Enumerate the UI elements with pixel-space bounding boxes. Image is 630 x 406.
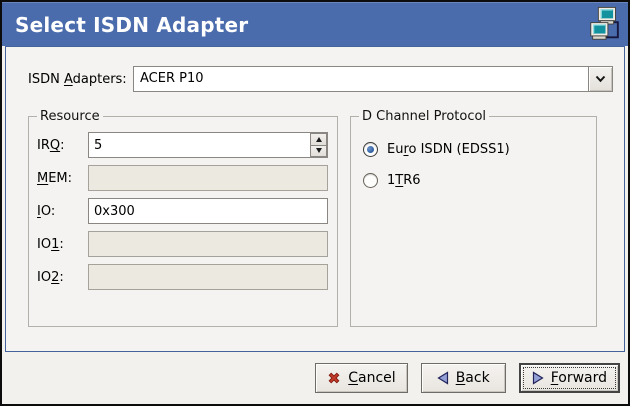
back-button-label: Back: [456, 370, 490, 386]
forward-button-label: Forward: [551, 370, 607, 386]
resource-group-title: Resource: [37, 109, 103, 124]
radio-button-icon: [363, 142, 378, 157]
io2-label: IO2:: [37, 270, 82, 285]
io-input[interactable]: [88, 198, 328, 224]
cancel-button[interactable]: Cancel: [315, 363, 407, 393]
isdn-adapters-row: ISDN Adapters: ACER P10: [28, 66, 613, 92]
dialog-content-panel: ISDN Adapters: ACER P10 Resource IRQ:: [5, 46, 625, 352]
d-channel-protocol-group: D Channel Protocol Euro ISDN (EDSS1) 1TR…: [350, 109, 597, 327]
radio-euro-isdn-label: Euro ISDN (EDSS1): [387, 142, 510, 157]
isdn-adapters-label: ISDN Adapters:: [28, 72, 125, 87]
mem-label: MEM:: [37, 171, 82, 186]
triangle-down-icon: [316, 148, 322, 153]
irq-label: IRQ:: [37, 138, 82, 153]
isdn-adapter-combobox-value[interactable]: ACER P10: [134, 67, 588, 91]
arrow-right-icon: [532, 371, 544, 385]
network-computers-icon: [589, 6, 622, 44]
d-channel-protocol-title: D Channel Protocol: [359, 109, 489, 124]
io-label: IO:: [37, 204, 82, 219]
spin-down-button[interactable]: [310, 145, 327, 158]
mem-input: [88, 165, 328, 191]
isdn-adapter-combobox[interactable]: ACER P10: [133, 66, 613, 92]
dialog-title: Select ISDN Adapter: [15, 13, 589, 37]
back-button[interactable]: Back: [421, 363, 506, 393]
combobox-dropdown-button[interactable]: [588, 67, 612, 91]
irq-spinner: [88, 132, 328, 158]
radio-1tr6[interactable]: 1TR6: [363, 170, 587, 190]
radio-euro-isdn[interactable]: Euro ISDN (EDSS1): [363, 139, 587, 159]
select-isdn-adapter-dialog: Select ISDN Adapter ISDN Adapters: ACER …: [0, 0, 630, 406]
dialog-titlebar: Select ISDN Adapter: [2, 2, 628, 46]
spin-up-button[interactable]: [310, 133, 327, 145]
arrow-left-icon: [437, 371, 449, 385]
triangle-up-icon: [316, 137, 322, 142]
forward-button[interactable]: Forward: [519, 363, 620, 393]
cancel-button-label: Cancel: [348, 370, 395, 386]
groups-container: Resource IRQ: MEM: IO:: [28, 109, 613, 327]
io1-label: IO1:: [37, 237, 82, 252]
irq-input[interactable]: [88, 132, 328, 158]
io1-input: [88, 231, 328, 257]
io2-input: [88, 264, 328, 290]
dialog-button-row: Cancel Back Forward: [2, 352, 628, 404]
resource-group: Resource IRQ: MEM: IO:: [28, 109, 338, 327]
chevron-down-icon: [595, 75, 606, 83]
radio-button-icon: [363, 173, 378, 188]
cancel-x-icon: [327, 371, 341, 385]
radio-1tr6-label: 1TR6: [387, 173, 421, 188]
